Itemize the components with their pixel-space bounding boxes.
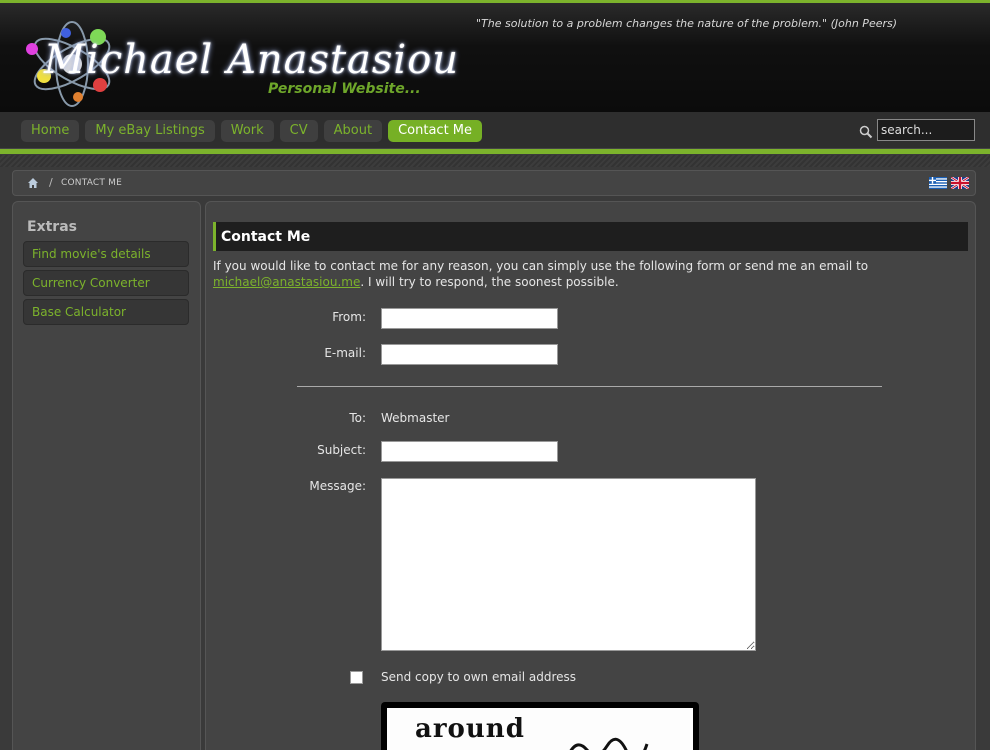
sidebar-item-base-calculator[interactable]: Base Calculator [23, 299, 189, 325]
sidebar-item-find-movie[interactable]: Find movie's details [23, 241, 189, 267]
page-title: Contact Me [213, 222, 968, 251]
captcha-noise [569, 737, 649, 750]
search-input[interactable] [877, 119, 975, 141]
captcha-image: around [381, 702, 699, 750]
uk-flag-icon[interactable] [951, 177, 969, 189]
send-copy-checkbox[interactable] [350, 671, 363, 684]
from-label: From: [332, 310, 366, 324]
site-logo[interactable]: Michael Anastasiou Personal Website... [20, 19, 458, 109]
greek-flag-icon[interactable] [929, 177, 947, 189]
home-icon[interactable] [27, 177, 39, 189]
nav-cv[interactable]: CV [279, 120, 318, 142]
to-value: Webmaster [381, 411, 450, 425]
intro-text: If you would like to contact me for any … [213, 258, 968, 290]
to-label: To: [349, 411, 366, 425]
nav-home[interactable]: Home [21, 120, 80, 142]
nav-ebay-listings[interactable]: My eBay Listings [85, 120, 215, 142]
site-header: Michael Anastasiou Personal Website... "… [0, 0, 990, 112]
intro-before: If you would like to contact me for any … [213, 259, 869, 273]
email-field[interactable] [381, 344, 558, 365]
send-copy-label: Send copy to own email address [381, 670, 576, 684]
breadcrumb-current: CONTACT ME [61, 178, 122, 188]
message-textarea[interactable] [381, 478, 756, 651]
captcha-background: around [387, 708, 693, 750]
from-field[interactable] [381, 308, 558, 329]
sidebar-title: Extras [27, 219, 77, 235]
breadcrumb: / CONTACT ME [12, 170, 976, 196]
nav-contact-me[interactable]: Contact Me [388, 120, 483, 142]
subject-field[interactable] [381, 441, 558, 462]
message-label: Message: [309, 479, 366, 493]
sidebar-extras: Extras Find movie's details Currency Con… [12, 201, 201, 750]
intro-after: . I will try to respond, the soonest pos… [360, 275, 619, 289]
form-divider [297, 386, 882, 387]
main-navbar: Home My eBay Listings Work CV About Cont… [0, 112, 990, 154]
captcha-word: around [415, 714, 525, 744]
email-link[interactable]: michael@anastasiou.me [213, 275, 360, 289]
main-content: Contact Me If you would like to contact … [205, 201, 976, 750]
subject-label: Subject: [317, 443, 366, 457]
main-nav: Home My eBay Listings Work CV About Cont… [21, 120, 483, 142]
header-quote: "The solution to a problem changes the n… [476, 17, 898, 30]
site-name: Michael Anastasiou [44, 37, 460, 83]
site-subtitle: Personal Website... [268, 81, 421, 97]
nav-work[interactable]: Work [220, 120, 274, 142]
breadcrumb-separator: / [49, 176, 53, 189]
nav-about[interactable]: About [323, 120, 383, 142]
sidebar-item-currency-converter[interactable]: Currency Converter [23, 270, 189, 296]
header-stripe [0, 155, 990, 167]
search-icon [859, 125, 873, 139]
email-label: E-mail: [324, 346, 366, 360]
